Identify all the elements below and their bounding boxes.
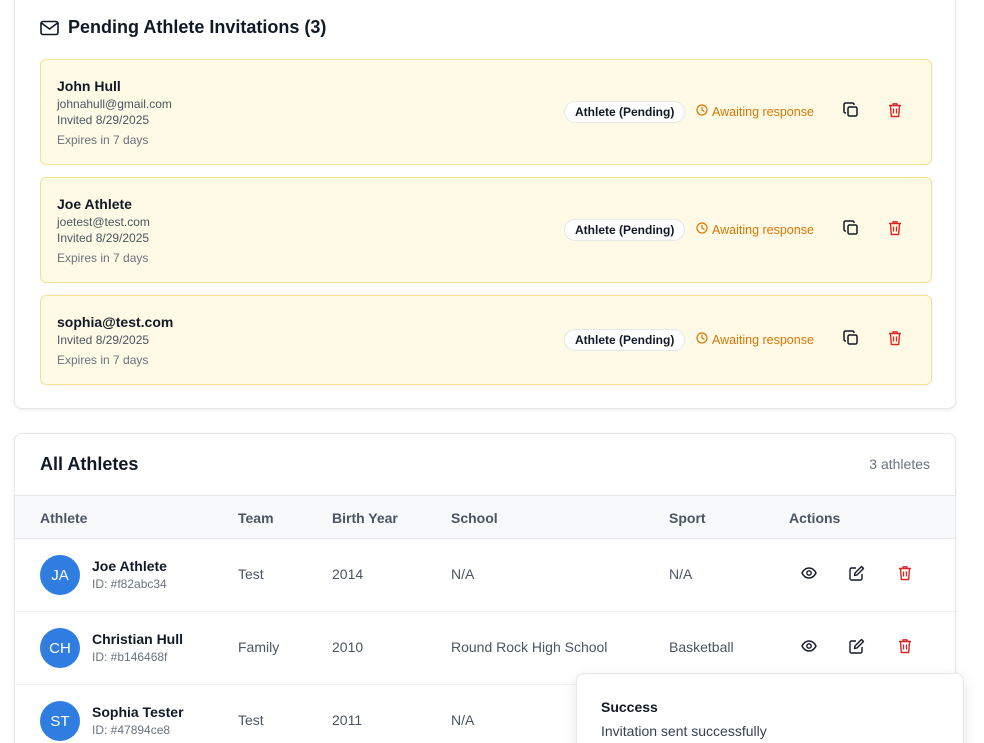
delete-invitation-button[interactable]: [884, 219, 906, 241]
trash-icon: [888, 330, 902, 351]
toast-title: Success: [601, 699, 658, 715]
edit-icon: [849, 638, 865, 659]
edit-athlete-button[interactable]: [846, 564, 868, 586]
birth-year-cell: 2014: [332, 566, 364, 582]
delete-athlete-button[interactable]: [894, 564, 916, 586]
invitation-date: Invited 8/29/2025: [57, 333, 150, 347]
sport-cell: N/A: [669, 566, 693, 582]
athlete-name: Joe Athlete: [92, 558, 167, 574]
invitation-item: John Hull johnahull@gmail.com Invited 8/…: [40, 59, 932, 165]
athlete-name: Sophia Tester: [92, 704, 184, 720]
table-header: Athlete Team Birth Year School Sport Act…: [15, 495, 955, 539]
delete-invitation-button[interactable]: [884, 101, 906, 123]
awaiting-status: Awaiting response: [696, 332, 814, 347]
invitation-date: Invited 8/29/2025: [57, 231, 150, 245]
copy-icon: [843, 219, 859, 241]
athletes-title: All Athletes: [40, 454, 139, 474]
role-badge: Athlete (Pending): [564, 101, 686, 123]
role-badge: Athlete (Pending): [564, 329, 686, 351]
awaiting-status: Awaiting response: [696, 104, 814, 119]
invitation-expires: Expires in 7 days: [57, 133, 149, 147]
avatar: JA: [40, 555, 80, 595]
pending-title: Pending Athlete Invitations (3): [68, 17, 327, 37]
invitation-date: Invited 8/29/2025: [57, 113, 150, 127]
team-cell: Family: [238, 639, 280, 655]
pending-invitations-card: Pending Athlete Invitations (3) John Hul…: [14, 0, 956, 409]
copy-link-button[interactable]: [840, 219, 862, 241]
pending-header: Pending Athlete Invitations (3): [40, 17, 326, 38]
invitation-name: Joe Athlete: [57, 196, 132, 212]
delete-athlete-button[interactable]: [894, 637, 916, 659]
invitation-email: joetest@test.com: [57, 215, 150, 229]
eye-icon: [801, 639, 817, 657]
athlete-id: ID: #47894ce8: [92, 723, 171, 737]
column-header-team: Team: [238, 510, 274, 526]
clock-icon: [696, 104, 708, 119]
avatar: ST: [40, 701, 80, 741]
athletes-count: 3 athletes: [869, 456, 930, 472]
awaiting-label: Awaiting response: [712, 332, 814, 347]
mail-icon: [40, 20, 59, 36]
invitation-expires: Expires in 7 days: [57, 251, 149, 265]
invitation-name: sophia@test.com: [57, 314, 174, 330]
clock-icon: [696, 332, 708, 347]
column-header-athlete: Athlete: [40, 510, 88, 526]
awaiting-status: Awaiting response: [696, 222, 814, 237]
delete-invitation-button[interactable]: [884, 329, 906, 351]
copy-icon: [843, 101, 859, 123]
view-athlete-button[interactable]: [798, 564, 820, 586]
view-athlete-button[interactable]: [798, 637, 820, 659]
toast-message: Invitation sent successfully: [601, 723, 767, 739]
column-header-sport: Sport: [669, 510, 706, 526]
awaiting-label: Awaiting response: [712, 104, 814, 119]
awaiting-label: Awaiting response: [712, 222, 814, 237]
eye-icon: [801, 566, 817, 584]
column-header-actions: Actions: [789, 510, 841, 526]
trash-icon: [888, 102, 902, 123]
trash-icon: [898, 638, 912, 659]
school-cell: N/A: [451, 712, 475, 728]
column-header-birth-year: Birth Year: [332, 510, 398, 526]
athlete-id: ID: #f82abc34: [92, 577, 167, 591]
copy-link-button[interactable]: [840, 101, 862, 123]
athlete-name: Christian Hull: [92, 631, 184, 647]
team-cell: Test: [238, 566, 264, 582]
birth-year-cell: 2010: [332, 639, 364, 655]
copy-link-button[interactable]: [840, 329, 862, 351]
athlete-id: ID: #b146468f: [92, 650, 168, 664]
edit-athlete-button[interactable]: [846, 637, 868, 659]
avatar: CH: [40, 628, 80, 668]
copy-icon: [843, 329, 859, 351]
invitation-name: John Hull: [57, 78, 121, 94]
invitation-item: sophia@test.com Invited 8/29/2025 Expire…: [40, 295, 932, 385]
school-cell: Round Rock High School: [451, 639, 608, 655]
invitation-email: johnahull@gmail.com: [57, 97, 172, 111]
birth-year-cell: 2011: [332, 712, 363, 728]
sport-cell: Basketball: [669, 639, 734, 655]
trash-icon: [888, 220, 902, 241]
role-badge: Athlete (Pending): [564, 219, 686, 241]
school-cell: N/A: [451, 566, 475, 582]
invitation-item: Joe Athlete joetest@test.com Invited 8/2…: [40, 177, 932, 283]
invitation-expires: Expires in 7 days: [57, 353, 149, 367]
column-header-school: School: [451, 510, 498, 526]
success-toast[interactable]: Success Invitation sent successfully: [576, 673, 964, 743]
table-row: JA Joe Athlete ID: #f82abc34 Test 2014 N…: [15, 539, 955, 612]
clock-icon: [696, 222, 708, 237]
edit-icon: [849, 565, 865, 586]
team-cell: Test: [238, 712, 264, 728]
trash-icon: [898, 565, 912, 586]
